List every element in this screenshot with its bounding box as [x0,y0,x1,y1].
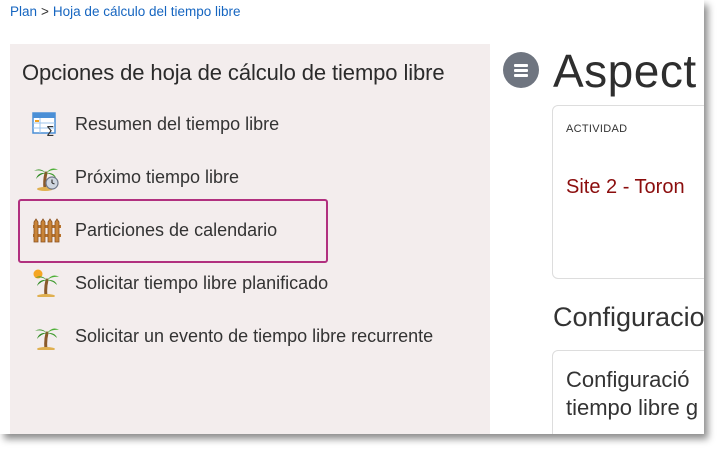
app-window: Plan > Hoja de cálculo del tiempo libre Op… [0,0,704,434]
breadcrumb-current-link[interactable]: Hoja de cálculo del tiempo libre [53,4,241,19]
palm-tree-icon [32,322,62,350]
configuration-text-line: Configuració [566,367,690,392]
menu-item-upcoming-time-off[interactable]: Próximo tiempo libre [32,162,239,192]
configuration-card: Configuració tiempo libre g [552,350,704,434]
page-title: Aspect [553,45,697,97]
fence-icon [32,216,62,244]
activity-card: ACTIVIDAD Site 2 - Toron [552,105,704,279]
palm-tree-sun-icon [32,269,62,297]
sigma-spreadsheet-icon: Σ [32,110,62,138]
hamburger-menu-button[interactable] [503,52,539,88]
breadcrumb-separator: > [41,4,49,19]
svg-text:Σ: Σ [46,125,54,137]
configuration-text-line: tiempo libre g [566,395,699,420]
menu-item-label: Particiones de calendario [75,219,278,240]
panel-title: Opciones de hoja de cálculo de tiempo li… [22,60,445,85]
menu-item-label: Solicitar un evento de tiempo libre recu… [75,325,434,346]
menu-item-label: Solicitar tiempo libre planificado [75,272,329,293]
menu-item-label: Resumen del tiempo libre [75,113,280,134]
breadcrumb-plan-link[interactable]: Plan [10,4,37,19]
configuration-text: Configuració tiempo libre g [566,366,704,422]
activity-label: ACTIVIDAD [566,123,628,135]
activity-value: Site 2 - Toron [566,176,685,198]
menu-item-time-off-summary[interactable]: Σ Resumen del tiempo libre [32,109,279,139]
palm-tree-clock-icon [32,163,62,191]
breadcrumb: Plan > Hoja de cálculo del tiempo libre [10,4,241,19]
menu-item-request-planned-time-off[interactable]: Solicitar tiempo libre planificado [32,268,328,298]
configuration-heading: Configuracio [553,302,704,332]
options-panel: Opciones de hoja de cálculo de tiempo li… [10,44,490,434]
menu-item-calendar-partitions[interactable]: Particiones de calendario [32,215,277,245]
menu-item-label: Próximo tiempo libre [75,166,240,187]
menu-item-request-recurring-time-off[interactable]: Solicitar un evento de tiempo libre recu… [32,321,433,351]
